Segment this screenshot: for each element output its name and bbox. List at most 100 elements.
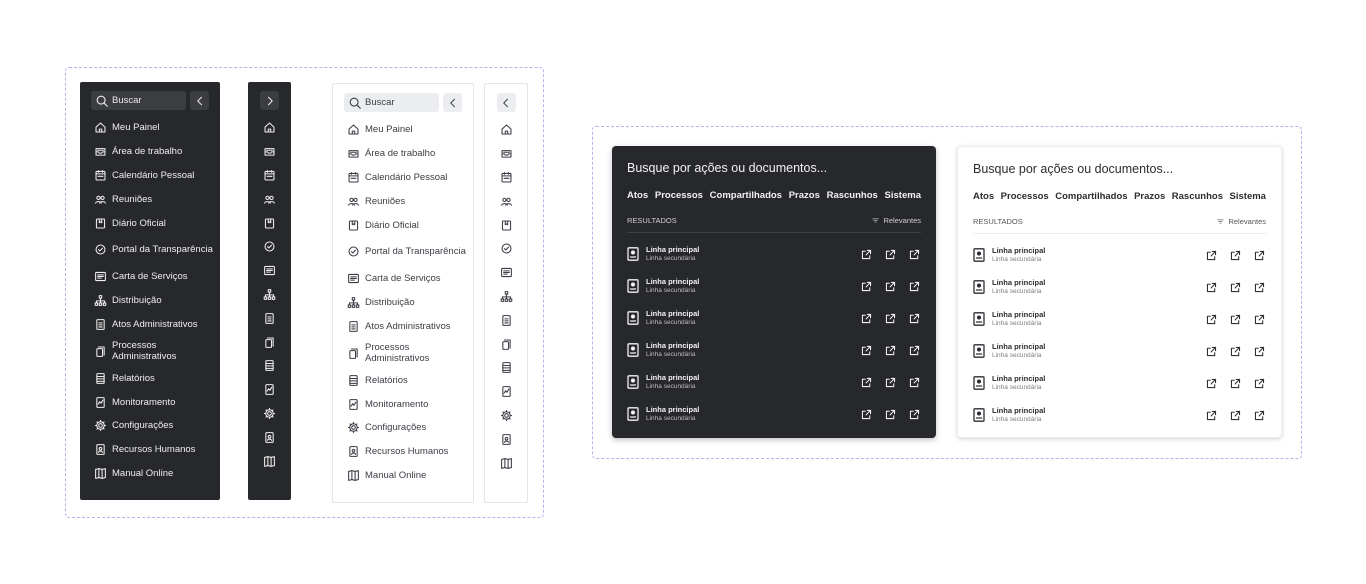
search-tab[interactable]: Compartilhados	[710, 190, 782, 201]
sidebar-item[interactable]: Monitoramento	[347, 392, 467, 416]
sidebar-item[interactable]: Monitoramento	[94, 390, 214, 414]
external-link-icon[interactable]	[908, 312, 921, 325]
sidebar-rail-item[interactable]	[263, 211, 276, 235]
sidebar-rail-item[interactable]	[500, 118, 513, 142]
external-link-icon[interactable]	[908, 344, 921, 357]
result-row[interactable]: Linha principal Linha secundária	[627, 270, 921, 302]
search-tab[interactable]: Sistema	[885, 190, 921, 201]
sidebar-item[interactable]: Distribuição	[347, 291, 467, 315]
external-link-icon[interactable]	[884, 376, 897, 389]
sidebar-rail-item[interactable]	[500, 451, 513, 475]
external-link-icon[interactable]	[884, 408, 897, 421]
external-link-icon[interactable]	[1229, 345, 1242, 358]
sidebar-item[interactable]: Meu Painel	[94, 116, 214, 140]
sidebar-rail-item[interactable]	[263, 235, 276, 259]
sidebar-item[interactable]: Processos Administrativos	[94, 336, 214, 366]
sidebar-rail-item[interactable]	[500, 332, 513, 356]
sidebar-rail-item[interactable]	[500, 308, 513, 332]
sidebar-rail-item[interactable]	[500, 427, 513, 451]
result-row[interactable]: Linha principal Linha secundária	[627, 334, 921, 366]
sidebar-rail-item[interactable]	[500, 380, 513, 404]
external-link-icon[interactable]	[884, 312, 897, 325]
sidebar-rail-item[interactable]	[263, 449, 276, 473]
external-link-icon[interactable]	[1253, 377, 1266, 390]
sidebar-rail-item[interactable]	[263, 306, 276, 330]
sort-button[interactable]: Relevantes	[1216, 217, 1266, 226]
search-tab[interactable]: Processos	[655, 190, 703, 201]
result-row[interactable]: Linha principal Linha secundária	[627, 238, 921, 270]
external-link-icon[interactable]	[1253, 249, 1266, 262]
result-row[interactable]: Linha principal Linha secundária	[973, 303, 1266, 335]
sidebar-rail-item[interactable]	[500, 142, 513, 166]
external-link-icon[interactable]	[884, 248, 897, 261]
external-link-icon[interactable]	[1229, 377, 1242, 390]
external-link-icon[interactable]	[1205, 281, 1218, 294]
sidebar-item[interactable]: Calendário Pessoal	[347, 166, 467, 190]
sidebar-item[interactable]: Distribuição	[94, 289, 214, 313]
search-tab[interactable]: Atos	[973, 191, 994, 202]
external-link-icon[interactable]	[1205, 249, 1218, 262]
search-tab[interactable]: Prazos	[789, 190, 820, 201]
external-link-icon[interactable]	[884, 344, 897, 357]
sidebar-rail-item[interactable]	[263, 187, 276, 211]
sidebar-rail-item[interactable]	[263, 164, 276, 188]
search-tab[interactable]: Sistema	[1230, 191, 1266, 202]
sidebar-item[interactable]: Atos Administrativos	[347, 315, 467, 339]
sidebar-item[interactable]: Recursos Humanos	[94, 438, 214, 462]
search-tab[interactable]: Rascunhos	[827, 190, 878, 201]
search-input[interactable]: Buscar	[344, 93, 439, 112]
collapse-button[interactable]	[443, 93, 462, 112]
result-row[interactable]: Linha principal Linha secundária	[627, 398, 921, 430]
sidebar-rail-item[interactable]	[263, 140, 276, 164]
sidebar-item[interactable]: Carta de Serviços	[347, 267, 467, 291]
external-link-icon[interactable]	[1205, 377, 1218, 390]
external-link-icon[interactable]	[860, 280, 873, 293]
search-tab[interactable]: Processos	[1001, 191, 1049, 202]
result-row[interactable]: Linha principal Linha secundária	[973, 271, 1266, 303]
external-link-icon[interactable]	[908, 248, 921, 261]
sidebar-rail-item[interactable]	[263, 354, 276, 378]
search-tab[interactable]: Atos	[627, 190, 648, 201]
external-link-icon[interactable]	[860, 312, 873, 325]
external-link-icon[interactable]	[860, 248, 873, 261]
expand-button[interactable]	[260, 91, 279, 110]
sidebar-item[interactable]: Configurações	[94, 414, 214, 438]
sort-button[interactable]: Relevantes	[871, 216, 921, 225]
sidebar-rail-item[interactable]	[263, 330, 276, 354]
sidebar-item[interactable]: Área de trabalho	[347, 142, 467, 166]
external-link-icon[interactable]	[1205, 409, 1218, 422]
search-tab[interactable]: Compartilhados	[1055, 191, 1127, 202]
sidebar-item[interactable]: Manual Online	[347, 464, 467, 488]
external-link-icon[interactable]	[860, 376, 873, 389]
sidebar-rail-item[interactable]	[500, 356, 513, 380]
search-panel-title[interactable]: Busque por ações ou documentos...	[627, 161, 827, 175]
sidebar-item[interactable]: Relatórios	[347, 368, 467, 392]
result-row[interactable]: Linha principal Linha secundária	[973, 335, 1266, 367]
external-link-icon[interactable]	[1229, 313, 1242, 326]
result-row[interactable]: Linha principal Linha secundária	[973, 399, 1266, 431]
sidebar-rail-item[interactable]	[500, 213, 513, 237]
sidebar-item[interactable]: Reuniões	[347, 189, 467, 213]
sidebar-item[interactable]: Diário Oficial	[347, 213, 467, 237]
sidebar-item[interactable]: Reuniões	[94, 187, 214, 211]
external-link-icon[interactable]	[1229, 281, 1242, 294]
collapse-button[interactable]	[496, 93, 516, 112]
external-link-icon[interactable]	[1253, 345, 1266, 358]
sidebar-item[interactable]: Calendário Pessoal	[94, 164, 214, 188]
sidebar-item[interactable]: Portal da Transparência	[94, 235, 214, 265]
sidebar-rail-item[interactable]	[500, 189, 513, 213]
sidebar-rail-item[interactable]	[500, 285, 513, 309]
collapse-button[interactable]	[190, 91, 209, 110]
external-link-icon[interactable]	[860, 344, 873, 357]
external-link-icon[interactable]	[1205, 313, 1218, 326]
external-link-icon[interactable]	[1205, 345, 1218, 358]
sidebar-item[interactable]: Processos Administrativos	[347, 338, 467, 368]
external-link-icon[interactable]	[1253, 409, 1266, 422]
sidebar-rail-item[interactable]	[263, 425, 276, 449]
search-tab[interactable]: Prazos	[1134, 191, 1165, 202]
sidebar-item[interactable]: Atos Administrativos	[94, 313, 214, 337]
sidebar-item[interactable]: Configurações	[347, 416, 467, 440]
external-link-icon[interactable]	[908, 376, 921, 389]
sidebar-item[interactable]: Manual Online	[94, 462, 214, 486]
sidebar-rail-item[interactable]	[263, 116, 276, 140]
